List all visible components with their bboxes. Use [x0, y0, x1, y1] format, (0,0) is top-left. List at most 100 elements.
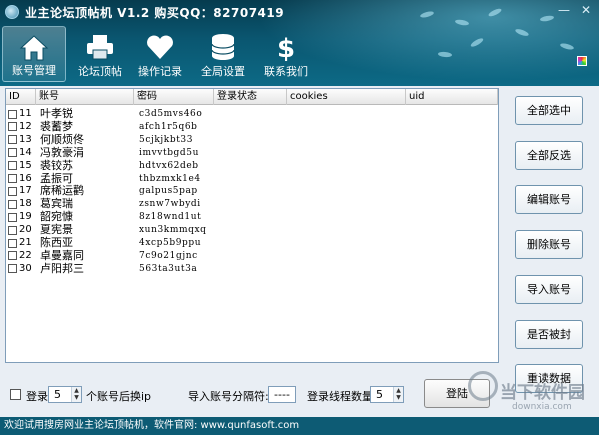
select-all-button[interactable]: 全部选中 — [515, 96, 583, 125]
row-checkbox[interactable] — [8, 251, 17, 261]
row-checkbox[interactable] — [8, 199, 17, 209]
row-account: 何顺烦佟 — [40, 132, 84, 146]
row-id-cell: 13 — [8, 134, 38, 146]
table-row[interactable]: 16 孟振可 thbzmxk1e4 — [6, 172, 498, 185]
table-row[interactable]: 19 韶宛慷 8z18wnd1ut — [6, 211, 498, 223]
table-row[interactable]: 20 夏宪景 xun3kmmqxq — [6, 224, 498, 236]
watermark-text: 当下软件园 — [500, 383, 585, 403]
row-password: zsnw7wbydi — [139, 199, 201, 210]
spinner-arrows-icon[interactable]: ▲ ▼ — [393, 387, 403, 402]
row-account: 叶孝锐 — [40, 107, 73, 120]
table-row[interactable]: 17 席稀运鹳 galpus5pap — [6, 185, 498, 197]
row-account: 卓曼嘉同 — [40, 248, 84, 262]
switch-ip-label: 个账号后换ip — [86, 390, 152, 403]
app-logo-icon — [5, 5, 19, 19]
column-header-login-status[interactable]: 登录状态 — [214, 89, 287, 105]
row-account: 席稀运鹳 — [40, 184, 84, 198]
printer-icon — [87, 35, 113, 60]
row-account: 夏宪景 — [40, 223, 73, 237]
minimize-button[interactable]: — — [556, 3, 572, 17]
spinner-value: 5 — [376, 388, 383, 401]
table-row[interactable]: 30 卢阳邦三 563ta3ut3a — [6, 262, 498, 275]
row-checkbox[interactable] — [8, 122, 17, 132]
toolbar-operation-log[interactable]: 操作记录 — [128, 26, 192, 82]
toolbar-contact-us[interactable]: $ 联系我们 — [254, 26, 318, 82]
row-id-cell: 14 — [8, 147, 38, 159]
row-id: 15 — [19, 159, 32, 171]
row-id: 17 — [19, 185, 32, 197]
edit-account-button[interactable]: 编辑账号 — [515, 185, 583, 214]
row-checkbox[interactable] — [8, 264, 17, 274]
window-title: 业主论坛顶帖机 V1.2 购买QQ：82707419 — [25, 5, 285, 20]
row-id-cell: 22 — [8, 250, 38, 262]
row-account: 裘蓄梦 — [40, 119, 73, 133]
title-bar: 业主论坛顶帖机 V1.2 购买QQ：82707419 — [0, 0, 599, 24]
row-checkbox[interactable] — [8, 161, 17, 171]
row-id-cell: 19 — [8, 211, 38, 223]
invert-selection-button[interactable]: 全部反选 — [515, 141, 583, 170]
row-id-cell: 20 — [8, 224, 38, 236]
table-row[interactable]: 22 卓曼嘉同 7c9o21gjnc — [6, 248, 498, 262]
svg-text:$: $ — [277, 34, 295, 61]
row-password: imvvtbgd5u — [139, 147, 200, 158]
delete-account-button[interactable]: 删除账号 — [515, 230, 583, 259]
column-header-password[interactable]: 密码 — [134, 89, 214, 105]
threads-spinner[interactable]: 5 ▲ ▼ — [370, 386, 404, 403]
spinner-value: 5 — [54, 388, 61, 401]
status-bar: 欢迎试用搜房网业主论坛顶帖机，软件官网: www.qunfasoft.com — [0, 417, 599, 435]
heart-icon — [147, 35, 173, 59]
row-account: 韶宛慷 — [40, 210, 73, 224]
row-checkbox[interactable] — [8, 174, 17, 183]
switch-ip-count-spinner[interactable]: 5 ▲ ▼ — [48, 386, 82, 403]
row-password: 7c9o21gjnc — [139, 250, 198, 261]
table-row[interactable]: 21 陈西亚 4xcp5b9ppu — [6, 237, 498, 249]
table-row[interactable]: 12 裘蓄梦 afch1r5q6b — [6, 119, 498, 133]
check-banned-button[interactable]: 是否被封 — [515, 320, 583, 349]
row-id-cell: 30 — [8, 263, 38, 275]
table-row[interactable]: 18 葛宾瑞 zsnw7wbydi — [6, 198, 498, 210]
table-row[interactable]: 14 冯敦豪涓 imvvtbgd5u — [6, 146, 498, 159]
row-checkbox[interactable] — [8, 148, 17, 158]
toolbar-global-settings[interactable]: 全局设置 — [191, 26, 255, 82]
toolbar-account-manage[interactable]: 账号管理 — [2, 26, 66, 82]
row-checkbox[interactable] — [8, 109, 17, 119]
row-checkbox[interactable] — [8, 135, 17, 145]
skin-color-icon[interactable] — [577, 56, 587, 66]
row-checkbox[interactable] — [8, 225, 17, 235]
row-account: 葛宾瑞 — [40, 197, 73, 211]
row-id-cell: 21 — [8, 237, 38, 249]
row-id: 12 — [19, 120, 32, 132]
column-header-uid[interactable]: uid — [406, 89, 498, 105]
row-password: afch1r5q6b — [139, 121, 198, 132]
close-button[interactable]: ✕ — [578, 3, 594, 17]
import-account-button[interactable]: 导入账号 — [515, 275, 583, 304]
row-account: 裘铰苏 — [40, 158, 73, 172]
login-checkbox[interactable] — [10, 389, 21, 400]
row-id: 11 — [19, 108, 32, 119]
table-row[interactable]: 13 何顺烦佟 5cjkjkbt33 — [6, 132, 498, 146]
row-password: galpus5pap — [139, 186, 198, 197]
row-checkbox[interactable] — [8, 212, 17, 222]
row-password: 8z18wnd1ut — [139, 212, 202, 223]
column-header-id[interactable]: ID — [6, 89, 36, 105]
column-header-account[interactable]: 账号 — [36, 89, 134, 105]
column-header-cookies[interactable]: cookies — [287, 89, 406, 105]
table-row[interactable]: 15 裘铰苏 hdtvx62deb — [6, 158, 498, 172]
toolbar-label: 联系我们 — [264, 65, 308, 78]
row-id: 13 — [19, 133, 32, 145]
account-table: ID 账号 密码 登录状态 cookies uid 11 叶孝锐 c3d5mvs46… — [5, 88, 499, 363]
toolbar-forum-bump[interactable]: 论坛顶帖 — [68, 26, 132, 82]
row-checkbox[interactable] — [8, 238, 17, 248]
row-password: 4xcp5b9ppu — [139, 238, 202, 248]
row-checkbox[interactable] — [8, 186, 17, 196]
row-password: hdtvx62deb — [139, 160, 199, 171]
row-id-cell: 11 — [8, 108, 38, 120]
row-password: c3d5mvs46o — [139, 109, 203, 119]
table-row[interactable]: 11 叶孝锐 c3d5mvs46o — [6, 108, 498, 120]
row-id: 21 — [19, 237, 32, 248]
row-account: 陈西亚 — [40, 236, 73, 249]
separator-input[interactable]: ---- — [268, 386, 296, 403]
separator-label: 导入账号分隔符: — [188, 390, 269, 403]
row-id-cell: 12 — [8, 121, 38, 133]
spinner-arrows-icon[interactable]: ▲ ▼ — [71, 387, 81, 402]
